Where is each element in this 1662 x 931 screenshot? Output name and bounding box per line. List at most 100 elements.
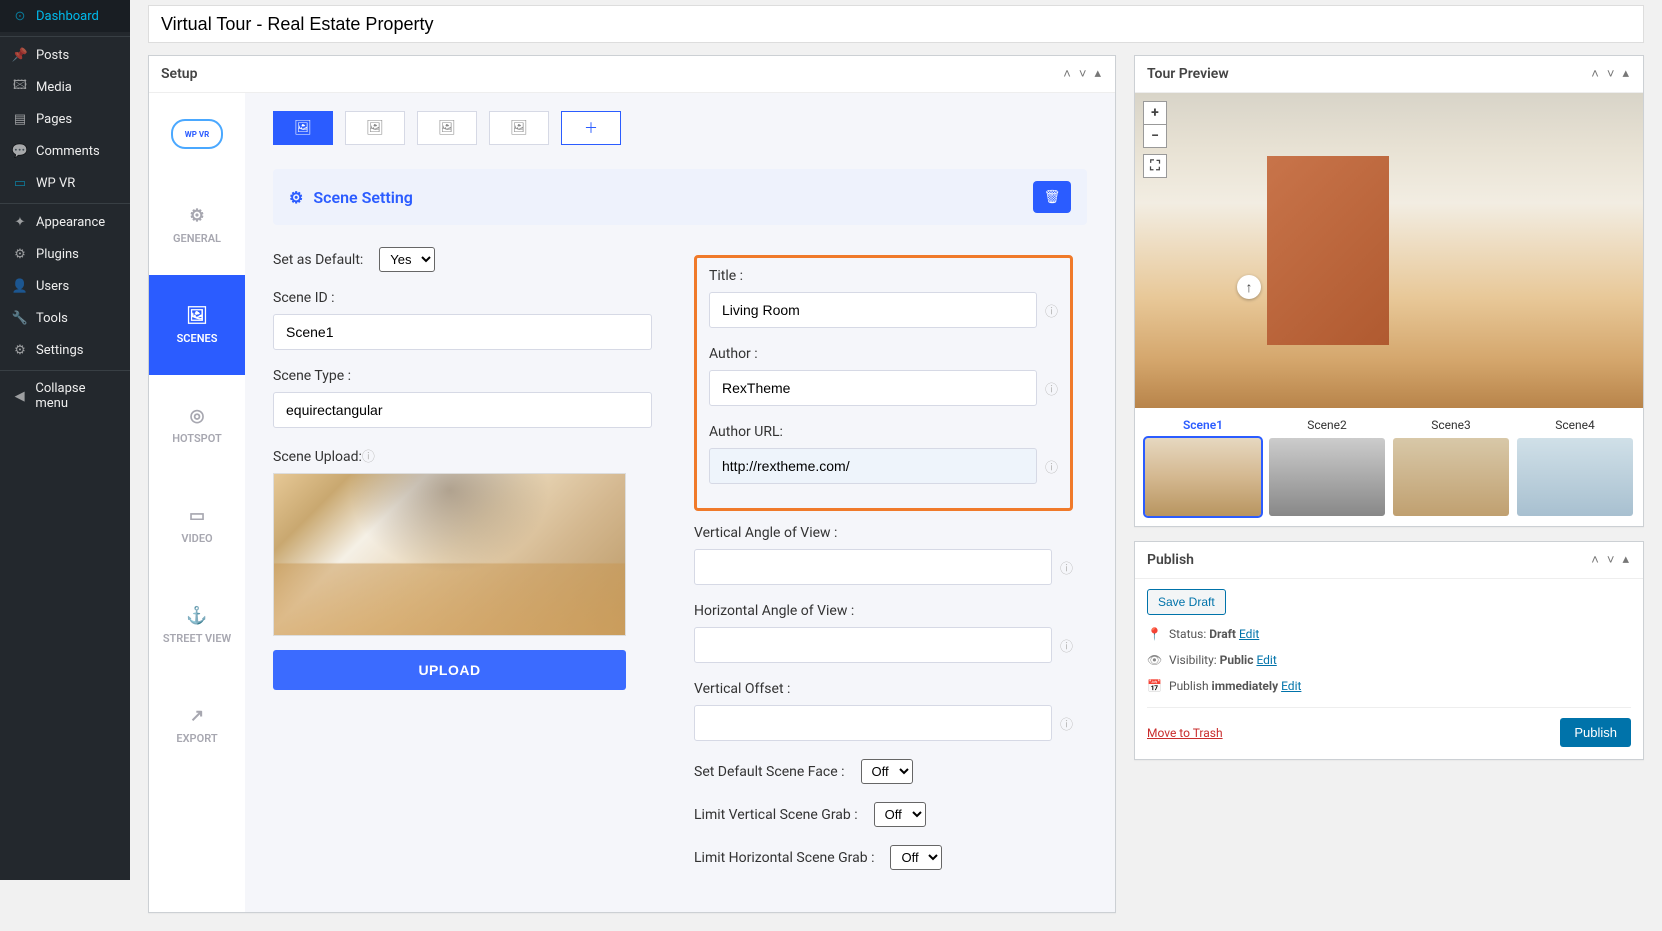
haov-input[interactable] bbox=[694, 627, 1052, 663]
panel-down-icon[interactable]: ˅ bbox=[1605, 66, 1617, 82]
nav-dashboard[interactable]: ⊙Dashboard bbox=[0, 0, 130, 32]
nav-users[interactable]: 👤Users bbox=[0, 270, 130, 302]
nav-posts[interactable]: 📌Posts bbox=[0, 36, 130, 71]
limit-h-select[interactable]: Off bbox=[890, 845, 942, 870]
nav-collapse[interactable]: ◀Collapse menu bbox=[0, 370, 130, 419]
calendar-icon: 📅 bbox=[1147, 679, 1161, 693]
voffset-label: Vertical Offset : bbox=[694, 681, 1073, 697]
scene-thumb-4[interactable]: Scene4 bbox=[1517, 418, 1633, 516]
thumb-label: Scene2 bbox=[1269, 418, 1385, 432]
scene-id-input[interactable] bbox=[273, 314, 652, 350]
scene-tab-3[interactable]: 🖼 bbox=[417, 111, 477, 145]
scene-thumb-2[interactable]: Scene2 bbox=[1269, 418, 1385, 516]
tab-scenes[interactable]: 🖼SCENES bbox=[149, 275, 245, 375]
tab-video[interactable]: ▭VIDEO bbox=[149, 475, 245, 575]
publish-button[interactable]: Publish bbox=[1560, 718, 1631, 747]
scene-tab-1[interactable]: 🖼 bbox=[273, 111, 333, 145]
panel-up-icon[interactable]: ˄ bbox=[1589, 66, 1601, 82]
scene-thumb-3[interactable]: Scene3 bbox=[1393, 418, 1509, 516]
nav-pages[interactable]: ▤Pages bbox=[0, 103, 130, 135]
tab-label: HOTSPOT bbox=[172, 432, 222, 445]
voffset-input[interactable] bbox=[694, 705, 1052, 741]
nav-label: Comments bbox=[36, 144, 100, 159]
nav-comments[interactable]: 💬Comments bbox=[0, 135, 130, 167]
author-url-label: Author URL: bbox=[709, 424, 1058, 440]
nav-label: Media bbox=[36, 80, 72, 95]
nav-tools[interactable]: 🔧Tools bbox=[0, 302, 130, 334]
pages-icon: ▤ bbox=[12, 111, 28, 127]
info-icon[interactable]: ⓘ bbox=[1045, 457, 1058, 476]
author-input[interactable] bbox=[709, 370, 1037, 406]
scene-thumb-1[interactable]: Scene1 bbox=[1145, 418, 1261, 516]
tools-icon: 🔧 bbox=[12, 310, 28, 326]
vaov-label: Vertical Angle of View : bbox=[694, 525, 1073, 541]
move-to-trash-link[interactable]: Move to Trash bbox=[1147, 726, 1223, 740]
scene-tab-4[interactable]: 🖼 bbox=[489, 111, 549, 145]
info-icon[interactable]: ⓘ bbox=[1060, 558, 1073, 577]
tab-general[interactable]: ⚙GENERAL bbox=[149, 175, 245, 275]
tour-preview-panel: Tour Preview ˄˅▴ + − ⛶ ↑ Scene1 Sce bbox=[1134, 55, 1644, 527]
nav-appearance[interactable]: ✦Appearance bbox=[0, 203, 130, 238]
set-default-select[interactable]: Yes bbox=[379, 247, 435, 272]
info-icon[interactable]: ⓘ bbox=[1045, 379, 1058, 398]
panorama-viewport[interactable]: + − ⛶ ↑ bbox=[1135, 93, 1643, 408]
highlighted-fields: Title : ⓘ Author : ⓘ Author bbox=[694, 255, 1073, 511]
vaov-input[interactable] bbox=[694, 549, 1052, 585]
edit-status-link[interactable]: Edit bbox=[1239, 627, 1259, 641]
thumb-image bbox=[1517, 438, 1633, 516]
image-icon: 🖼 bbox=[186, 306, 208, 326]
gear-icon: ⚙ bbox=[289, 188, 303, 207]
nav-wpvr[interactable]: ▭WP VR bbox=[0, 167, 130, 199]
default-face-select[interactable]: Off bbox=[861, 759, 913, 784]
upload-button[interactable]: UPLOAD bbox=[273, 650, 626, 690]
nav-label: Users bbox=[36, 279, 69, 294]
setup-side-tabs: WP VR ⚙GENERAL 🖼SCENES ◎HOTSPOT ▭VIDEO ⚓… bbox=[149, 93, 245, 912]
edit-schedule-link[interactable]: Edit bbox=[1281, 679, 1301, 693]
panel-up-icon[interactable]: ˄ bbox=[1589, 552, 1601, 568]
scene-tab-add[interactable]: ＋ bbox=[561, 111, 621, 145]
author-url-input[interactable] bbox=[709, 448, 1037, 484]
save-draft-button[interactable]: Save Draft bbox=[1147, 589, 1226, 615]
panel-toggle-icon[interactable]: ▴ bbox=[1620, 66, 1631, 82]
zoom-in-button[interactable]: + bbox=[1143, 101, 1167, 125]
nav-label: Settings bbox=[36, 343, 83, 358]
default-face-label: Set Default Scene Face : bbox=[694, 764, 845, 780]
collapse-icon: ◀ bbox=[12, 388, 27, 404]
zoom-out-button[interactable]: − bbox=[1143, 124, 1167, 148]
scene-upload-label: Scene Upload:ⓘ bbox=[273, 446, 652, 465]
panel-toggle-icon[interactable]: ▴ bbox=[1620, 552, 1631, 568]
panel-up-icon[interactable]: ˄ bbox=[1061, 66, 1073, 82]
limit-v-select[interactable]: Off bbox=[874, 802, 926, 827]
nav-plugins[interactable]: ⚙Plugins bbox=[0, 238, 130, 270]
edit-visibility-link[interactable]: Edit bbox=[1256, 653, 1276, 667]
thumb-image bbox=[1393, 438, 1509, 516]
nav-settings[interactable]: ⚙Settings bbox=[0, 334, 130, 366]
publish-panel: Publish ˄˅▴ Save Draft 📍 Status: Draft E… bbox=[1134, 541, 1644, 760]
setup-panel: Setup ˄ ˅ ▴ WP VR ⚙GENERAL 🖼SCENES bbox=[148, 55, 1116, 913]
info-icon[interactable]: ⓘ bbox=[362, 450, 375, 465]
tab-label: GENERAL bbox=[173, 232, 221, 245]
info-icon[interactable]: ⓘ bbox=[1060, 714, 1073, 733]
tab-hotspot[interactable]: ◎HOTSPOT bbox=[149, 375, 245, 475]
video-icon: ▭ bbox=[189, 506, 205, 526]
set-default-label: Set as Default: bbox=[273, 252, 363, 268]
scene-id-label: Scene ID : bbox=[273, 290, 652, 306]
fullscreen-button[interactable]: ⛶ bbox=[1143, 154, 1167, 178]
scene-type-input[interactable] bbox=[273, 392, 652, 428]
hotspot-marker[interactable]: ↑ bbox=[1237, 275, 1261, 299]
nav-media[interactable]: 🖾Media bbox=[0, 71, 130, 103]
scene-upload-thumbnail[interactable] bbox=[273, 473, 626, 636]
panel-down-icon[interactable]: ˅ bbox=[1605, 552, 1617, 568]
tab-streetview[interactable]: ⚓STREET VIEW bbox=[149, 575, 245, 675]
visibility-row: 👁 Visibility: Public Edit bbox=[1147, 653, 1631, 667]
delete-scene-button[interactable]: 🗑 bbox=[1033, 181, 1071, 213]
info-icon[interactable]: ⓘ bbox=[1045, 301, 1058, 320]
info-icon[interactable]: ⓘ bbox=[1060, 636, 1073, 655]
tour-title-input[interactable] bbox=[148, 5, 1644, 43]
scene-tab-2[interactable]: 🖼 bbox=[345, 111, 405, 145]
panel-down-icon[interactable]: ˅ bbox=[1077, 66, 1089, 82]
pin-icon: 📍 bbox=[1147, 627, 1161, 641]
panel-toggle-icon[interactable]: ▴ bbox=[1092, 66, 1103, 82]
tab-export[interactable]: ↗EXPORT bbox=[149, 675, 245, 775]
title-input[interactable] bbox=[709, 292, 1037, 328]
